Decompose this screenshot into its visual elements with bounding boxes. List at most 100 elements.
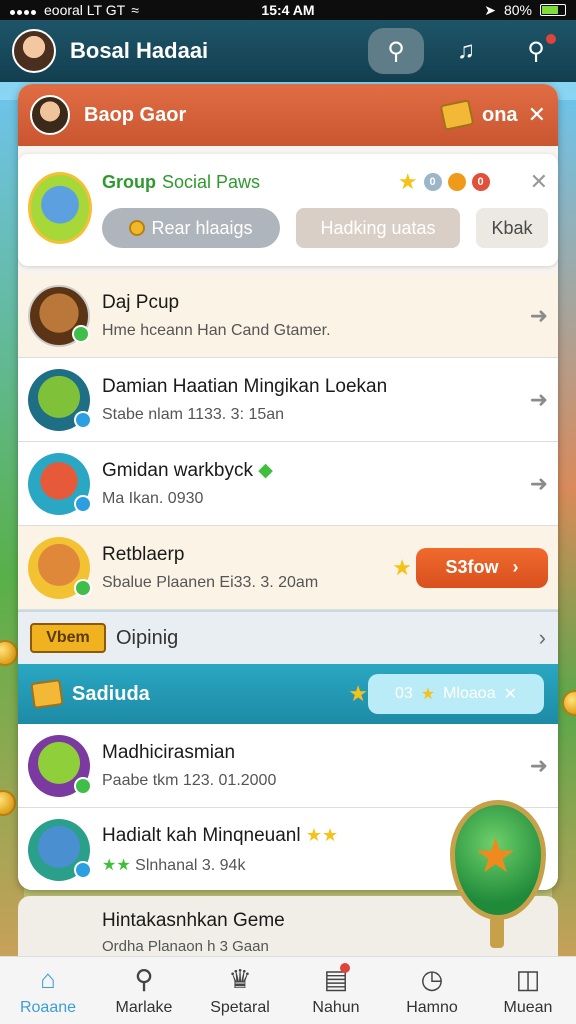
nav-market[interactable]: ⚲ Marlake: [96, 957, 192, 1024]
app-title: Bosal Hadaai: [70, 38, 209, 63]
item-subtitle: Stabe nlam 1133. 3: 15an: [102, 405, 285, 423]
nav-menu[interactable]: ◫ Muean: [480, 957, 576, 1024]
wifi-icon: ≈: [131, 2, 139, 18]
social-card: Group Social Paws ★ 0 0 ✕ Rear hlaaigs H…: [18, 154, 558, 266]
star-icon: ★: [348, 681, 368, 706]
item-title: Madhicirasmian: [102, 741, 236, 763]
notifications-button[interactable]: ♫: [438, 28, 494, 74]
nav-history[interactable]: ◷ Hamno: [384, 957, 480, 1024]
list-item[interactable]: Madhicirasmian Paabe tkm 123. 01.2000 ➜: [18, 724, 558, 808]
arcade-icon: [28, 818, 92, 881]
location-icon: ➤: [484, 1, 496, 18]
nav-home[interactable]: ⌂ Roaane: [0, 957, 96, 1024]
show-button[interactable]: S3fow ›: [416, 547, 548, 588]
favorite-fab[interactable]: ★: [440, 800, 556, 950]
item-subtitle: Sbalue Plaanen Ei33. 3. 20am: [102, 573, 319, 591]
opening-label: Oipinig: [116, 626, 179, 649]
group-bar[interactable]: Baop Gaor ona ✕: [18, 84, 558, 146]
list-item[interactable]: Damian Haatian Mingikan Loekan Stabe nla…: [18, 358, 558, 442]
opening-bar[interactable]: Vbem Oipinig ›: [18, 610, 558, 664]
alert-search-button[interactable]: ⚲: [508, 28, 564, 74]
nav-inbox[interactable]: ▤ Nahun: [288, 957, 384, 1024]
chest-game-icon: [28, 536, 92, 599]
battery-icon: [540, 4, 566, 16]
app-header: Bosal Hadaai ⚲ ♫ ⚲: [0, 20, 576, 82]
section-bar: Sadiuda ★ 03 ★ Mloaoa ✕: [18, 664, 558, 724]
star-icon: ★: [392, 554, 412, 580]
signal-icon: [10, 2, 38, 18]
group-name: Baop Gaor: [84, 103, 187, 126]
share-icon[interactable]: ➜: [530, 753, 548, 779]
vip-badge: Vbem: [30, 623, 106, 653]
chevron-right-icon: ›: [538, 625, 546, 650]
share-icon[interactable]: ➜: [530, 303, 548, 329]
primary-action-button[interactable]: Rear hlaaigs: [102, 208, 280, 248]
notification-dot: [340, 963, 350, 973]
share-icon[interactable]: ➜: [530, 387, 548, 413]
gift-icon: [28, 452, 92, 515]
star-icon: ★: [397, 169, 418, 194]
nav-special[interactable]: ♛ Spetaral: [192, 957, 288, 1024]
bottom-nav: ⌂ Roaane ⚲ Marlake ♛ Spetaral ▤ Nahun ◷ …: [0, 956, 576, 1024]
item-title-text: Hadialt kah Minqneuanl: [102, 824, 301, 846]
magnifier-icon: ⚲: [134, 964, 154, 994]
group-status: ona: [482, 103, 518, 126]
nav-label: Roaane: [19, 999, 77, 1016]
location-pin-icon: [447, 173, 466, 191]
user-avatar[interactable]: [12, 29, 56, 73]
item-title: Retblaerp: [102, 543, 185, 565]
close-icon[interactable]: ✕: [504, 684, 517, 704]
search-button[interactable]: ⚲: [368, 28, 424, 74]
nav-label: Hamno: [406, 999, 458, 1016]
search-icon: ⚲: [387, 37, 405, 65]
home-icon: ⌂: [40, 964, 56, 994]
close-icon[interactable]: ✕: [530, 169, 548, 195]
carrier-name: eooral LT GT: [44, 2, 126, 18]
coin-icon: [129, 220, 146, 236]
item-title: Gmidan warkbyck ◆: [102, 459, 522, 482]
bear-avatar: [28, 284, 90, 347]
item-subtitle: Paabe tkm 123. 01.2000: [102, 771, 277, 789]
primary-action-label: Rear hlaaigs: [151, 217, 253, 238]
section-pill-count: 03: [394, 685, 413, 702]
list-item[interactable]: Retblaerp Sbalue Plaanen Ei33. 3. 20am ★…: [18, 526, 558, 610]
tertiary-action-button[interactable]: Kbak: [476, 208, 548, 248]
list-item[interactable]: Gmidan warkbyck ◆ Ma Ikan. 0930 ➜: [18, 442, 558, 526]
star-icon: ★: [474, 830, 518, 883]
stars-icon: ★★: [102, 856, 131, 874]
chat-panel: Baop Gaor ona ✕ Group Social Paws ★ 0 0 …: [18, 84, 558, 890]
group-avatar: [30, 95, 70, 135]
item-subtitle-text: Slnhanal 3. 94k: [135, 856, 246, 874]
social-avatar: [28, 172, 92, 244]
game-icon: [28, 734, 92, 797]
trophy-icon: ♛: [228, 964, 252, 994]
social-title: Group: [102, 171, 156, 192]
section-pill[interactable]: 03 ★ Mloaoa ✕: [368, 674, 544, 714]
list-item[interactable]: Daj Pcup Hme hceann Han Cand Gtamer. ➜: [18, 274, 558, 358]
battery-percent: 80%: [503, 2, 532, 18]
item-title: Hintakasnhkan Geme: [102, 910, 285, 931]
chevron-right-icon: ›: [512, 557, 519, 577]
badge-alert: 0: [471, 173, 490, 191]
social-subtitle: Social Paws: [162, 171, 261, 192]
star-icon: ★★: [305, 824, 339, 845]
secondary-action-button[interactable]: Hadking uatas: [296, 208, 460, 248]
status-time: 15:4 AM: [261, 2, 315, 18]
item-title: Daj Pcup: [102, 291, 180, 313]
nav-label: Spetaral: [210, 999, 270, 1016]
item-title: Damian Haatian Mingikan Loekan: [102, 375, 388, 397]
star-icon: ★: [420, 686, 436, 703]
bell-icon: ♫: [457, 37, 475, 64]
share-icon[interactable]: ➜: [530, 471, 548, 497]
notification-search-icon: ⚲: [527, 37, 545, 65]
item-subtitle: Hme hceann Han Cand Gtamer.: [102, 321, 331, 339]
fab-stem: [490, 916, 504, 948]
show-button-label: S3fow: [445, 557, 499, 577]
notification-dot: [546, 34, 556, 44]
section-title: Sadiuda: [72, 682, 150, 705]
gem-icon: ◆: [258, 460, 273, 481]
game-icon: [28, 368, 92, 431]
menu-icon: ◫: [515, 964, 541, 994]
close-icon[interactable]: ✕: [528, 102, 546, 128]
chest-icon: [30, 679, 64, 709]
